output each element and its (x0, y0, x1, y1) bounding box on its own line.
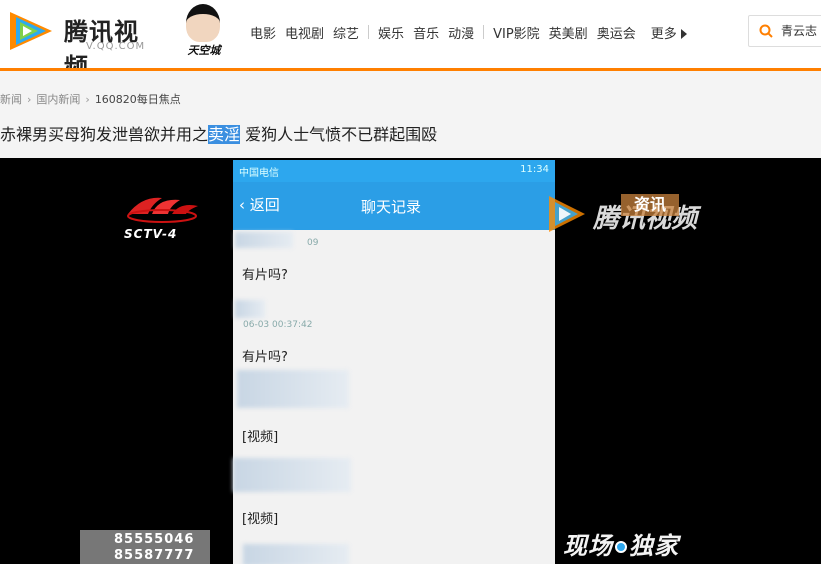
hotline-number: 85555046 (114, 532, 195, 547)
watermark-play-icon (549, 196, 585, 232)
hotline-number: 85587777 (114, 548, 195, 563)
nav-divider (368, 25, 370, 39)
message-time: 09 (307, 238, 319, 248)
hotline-numbers: 85555046 85587777 (80, 530, 210, 564)
chevron-right-icon: › (85, 92, 90, 106)
nav-more-label: 更多 (650, 26, 677, 42)
live-dot-icon (615, 541, 627, 553)
phone-time: 11:34 (520, 164, 549, 175)
breadcrumb-domestic-news[interactable]: 国内新闻 (36, 91, 80, 107)
nav-item-us-uk-drama[interactable]: 英美剧 (549, 23, 588, 42)
promo-banner[interactable]: 天空城 (178, 2, 230, 62)
chat-back-button: ‹ 返回 (239, 196, 280, 214)
message-text: [视频] (242, 512, 279, 527)
chat-title: 聊天记录 (361, 198, 422, 216)
message-text: 有片吗? (242, 350, 288, 365)
blurred-avatar (237, 370, 349, 408)
logo-subtitle: V.QQ.COM (86, 41, 146, 52)
nav-divider (483, 25, 485, 39)
live-exclusive-badge: 现场 独家 (563, 526, 679, 561)
video-title: 赤裸男买母狗发泄兽欲并用之卖淫 爱狗人士气愤不已群起围殴 (0, 121, 437, 145)
nav-item-music[interactable]: 音乐 (413, 23, 439, 42)
logo-play-icon (10, 12, 52, 50)
caret-right-icon (680, 29, 687, 39)
chevron-right-icon: › (27, 92, 32, 106)
breadcrumb-current: 160820每日焦点 (94, 93, 181, 106)
nav-item-tv[interactable]: 电视剧 (285, 23, 324, 42)
nav-item-olympics[interactable]: 奥运会 (597, 23, 636, 42)
live-badge-left: 现场 (563, 532, 613, 560)
title-selected-text: 卖淫 (208, 125, 241, 144)
nav-item-vip[interactable]: VIP影院 (493, 23, 540, 42)
chat-nav-bar: ‹ 返回 聊天记录 (233, 182, 555, 230)
message-text: 有片吗? (242, 268, 288, 283)
title-text: 赤裸男买母狗发泄兽欲并用之 (0, 125, 209, 144)
nav-item-variety[interactable]: 综艺 (333, 23, 359, 42)
live-badge-right: 独家 (629, 532, 679, 560)
chat-back-label: 返回 (249, 196, 280, 214)
promo-portrait (186, 4, 220, 42)
video-player[interactable]: SCTV-4 中国电信 11:34 ‹ 返回 聊天记录 09 有片吗? 06-0… (0, 158, 821, 564)
main-nav: 电影 电视剧 综艺 娱乐 音乐 动漫 VIP影院 英美剧 奥运会 更多 (250, 22, 687, 42)
watermark-badge: 资讯 (621, 194, 679, 216)
sctv-channel-name: SCTV-4 (124, 227, 178, 241)
nav-item-movies[interactable]: 电影 (250, 23, 276, 42)
breadcrumb-news[interactable]: 新闻 (0, 91, 22, 107)
phone-status-bar: 中国电信 11:34 (233, 160, 555, 182)
title-text-rest: 爱狗人士气愤不已群起围殴 (240, 125, 438, 144)
search-input[interactable] (781, 23, 821, 37)
search-icon[interactable] (759, 24, 773, 38)
tencent-video-watermark: 腾讯视频 资讯 (545, 192, 715, 238)
nav-more-button[interactable]: 更多 (651, 23, 687, 42)
message-text: [视频] (242, 430, 279, 445)
search-box[interactable] (748, 15, 821, 47)
article-header: 新闻 › 国内新闻 › 160820每日焦点 赤裸男买母狗发泄兽欲并用之卖淫 爱… (0, 71, 821, 159)
site-header: 腾讯视频 V.QQ.COM 天空城 电影 电视剧 综艺 娱乐 音乐 动漫 VIP… (0, 0, 821, 81)
blurred-avatar (233, 458, 351, 492)
tencent-video-logo[interactable]: 腾讯视频 V.QQ.COM (6, 6, 160, 81)
nav-item-entertainment[interactable]: 娱乐 (378, 23, 404, 42)
promo-title: 天空城 (187, 44, 221, 57)
message-time: 06-03 00:37:42 (243, 320, 313, 330)
blurred-avatar (235, 232, 293, 248)
breadcrumb: 新闻 › 国内新闻 › 160820每日焦点 (0, 91, 181, 107)
phone-carrier: 中国电信 (239, 168, 279, 179)
phone-screen: 中国电信 11:34 ‹ 返回 聊天记录 09 有片吗? 06-03 00:37… (233, 160, 555, 564)
blurred-avatar (243, 544, 349, 564)
blurred-avatar (235, 300, 265, 318)
nav-item-anime[interactable]: 动漫 (448, 23, 474, 42)
